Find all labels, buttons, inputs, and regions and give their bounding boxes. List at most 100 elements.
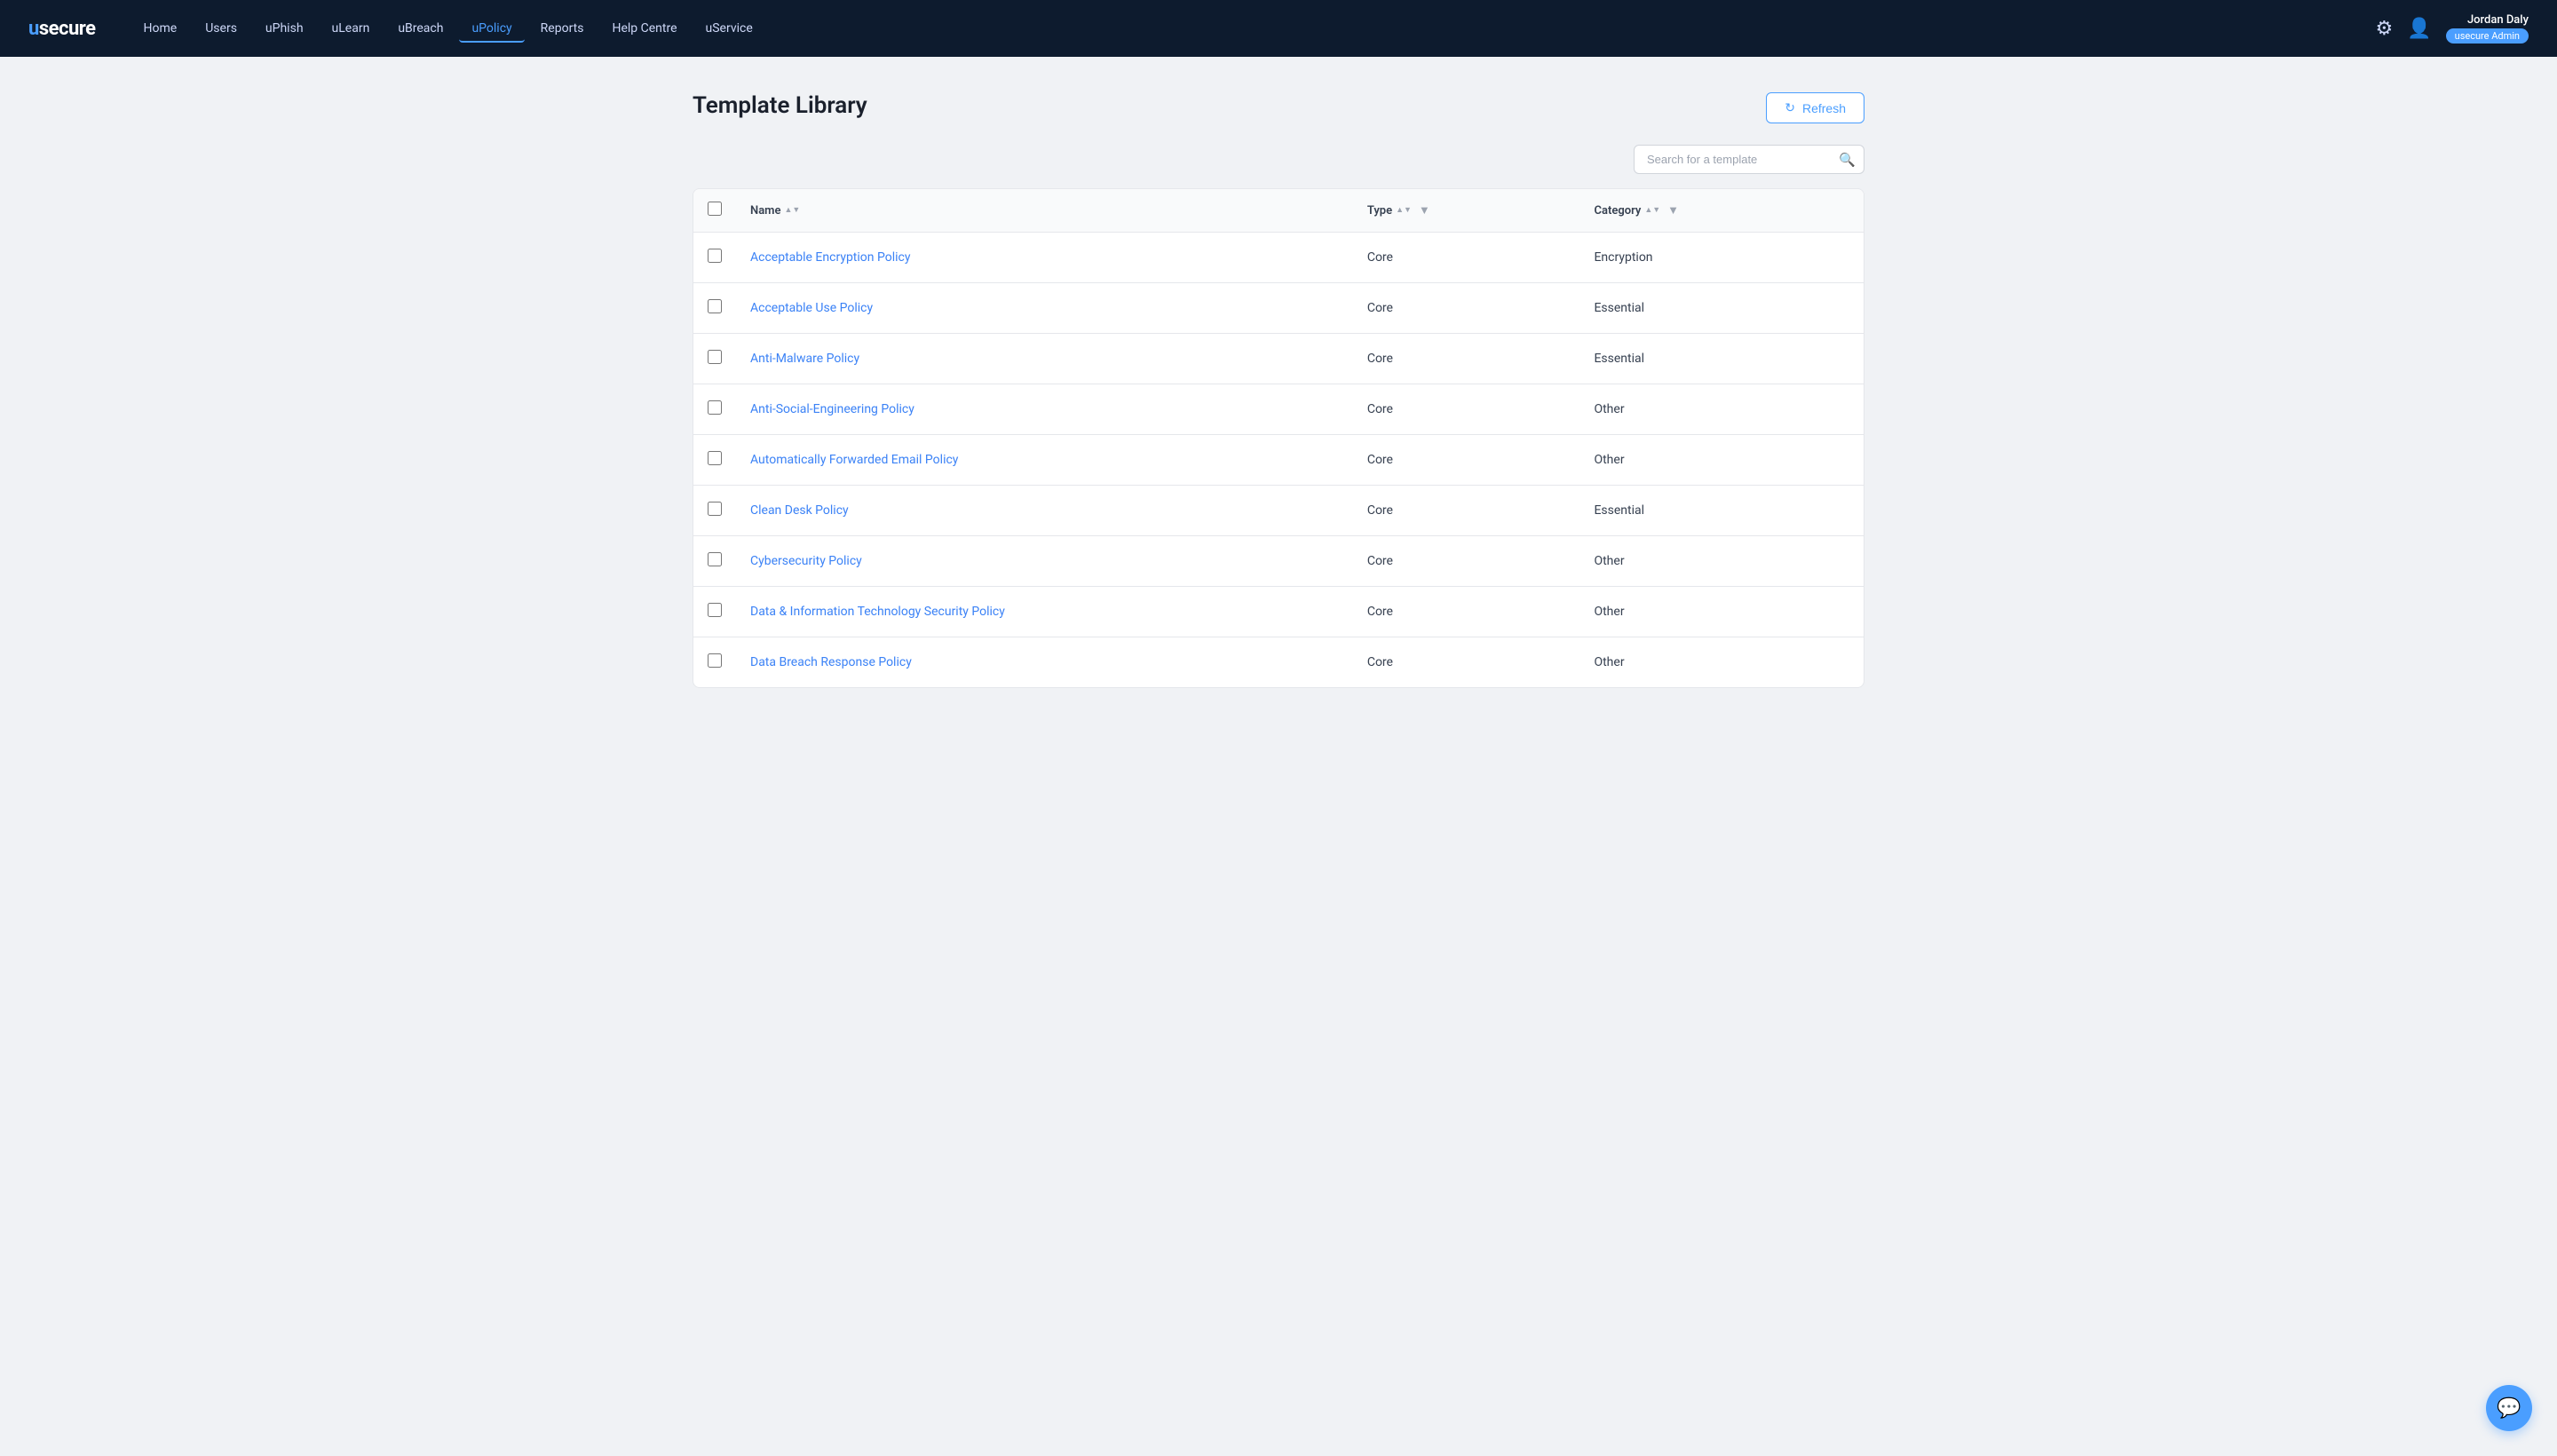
page-title: Template Library [693, 92, 867, 119]
row-name-cell: Clean Desk Policy [736, 486, 1353, 536]
row-checkbox-cell [693, 587, 736, 637]
policy-link-8[interactable]: Data Breach Response Policy [750, 655, 912, 669]
admin-badge: usecure Admin [2446, 28, 2529, 44]
page-header: Template Library ↻ Refresh [693, 92, 1864, 123]
category-filter-icon[interactable]: ▼ [1667, 203, 1679, 218]
table-row: Data & Information Technology Security P… [693, 587, 1864, 637]
row-name-cell: Data & Information Technology Security P… [736, 587, 1353, 637]
search-icon: 🔍 [1839, 152, 1856, 168]
type-filter-icon[interactable]: ▼ [1419, 203, 1430, 218]
row-name-cell: Anti-Malware Policy [736, 334, 1353, 384]
navbar: usecure HomeUsersuPhishuLearnuBreachuPol… [0, 0, 2557, 57]
main-content: Template Library ↻ Refresh 🔍 Name [657, 57, 1900, 724]
table-row: Anti-Social-Engineering Policy Core Othe… [693, 384, 1864, 435]
table-row: Cybersecurity Policy Core Other [693, 536, 1864, 587]
logo-secure: secure [39, 18, 96, 40]
row-checkbox-0[interactable] [708, 249, 722, 263]
user-info: Jordan Daly usecure Admin [2446, 13, 2529, 44]
row-type-cell: Core [1353, 334, 1580, 384]
name-sort-icon[interactable]: ▲▼ [784, 207, 800, 215]
row-checkbox-cell [693, 637, 736, 688]
row-checkbox-7[interactable] [708, 603, 722, 617]
refresh-button[interactable]: ↻ Refresh [1766, 92, 1864, 123]
table-row: Anti-Malware Policy Core Essential [693, 334, 1864, 384]
row-type-cell: Core [1353, 283, 1580, 334]
policy-link-4[interactable]: Automatically Forwarded Email Policy [750, 453, 958, 467]
user-icon[interactable]: 👤 [2407, 18, 2431, 40]
row-type-cell: Core [1353, 384, 1580, 435]
username: Jordan Daly [2467, 13, 2529, 27]
row-category-cell: Essential [1579, 283, 1864, 334]
policy-link-5[interactable]: Clean Desk Policy [750, 503, 849, 518]
nav-link-home[interactable]: Home [131, 14, 190, 43]
nav-link-upolicy[interactable]: uPolicy [459, 14, 524, 43]
header-checkbox-col [693, 189, 736, 233]
row-checkbox-cell [693, 486, 736, 536]
row-type-cell: Core [1353, 587, 1580, 637]
row-type-cell: Core [1353, 233, 1580, 283]
refresh-icon: ↻ [1785, 100, 1795, 115]
search-box: 🔍 [1634, 145, 1864, 174]
policy-link-6[interactable]: Cybersecurity Policy [750, 554, 862, 568]
header-name-label: Name [750, 204, 780, 218]
row-category-cell: Other [1579, 536, 1864, 587]
nav-link-ulearn[interactable]: uLearn [320, 14, 383, 43]
row-name-cell: Data Breach Response Policy [736, 637, 1353, 688]
row-category-cell: Other [1579, 587, 1864, 637]
policy-link-7[interactable]: Data & Information Technology Security P… [750, 605, 1005, 619]
nav-link-reports[interactable]: Reports [528, 14, 597, 43]
header-category-label: Category [1594, 204, 1641, 218]
row-checkbox-cell [693, 536, 736, 587]
category-sort-icon[interactable]: ▲▼ [1644, 207, 1660, 215]
row-checkbox-1[interactable] [708, 299, 722, 313]
row-name-cell: Acceptable Encryption Policy [736, 233, 1353, 283]
row-checkbox-5[interactable] [708, 502, 722, 516]
table-row: Data Breach Response Policy Core Other [693, 637, 1864, 688]
policy-link-2[interactable]: Anti-Malware Policy [750, 352, 859, 366]
row-name-cell: Anti-Social-Engineering Policy [736, 384, 1353, 435]
row-checkbox-2[interactable] [708, 350, 722, 364]
row-type-cell: Core [1353, 536, 1580, 587]
table-row: Clean Desk Policy Core Essential [693, 486, 1864, 536]
header-category: Category ▲▼ ▼ [1579, 189, 1864, 233]
policy-link-3[interactable]: Anti-Social-Engineering Policy [750, 402, 914, 416]
nav-link-uservice[interactable]: uService [693, 14, 765, 43]
search-input[interactable] [1634, 145, 1864, 174]
type-sort-icon[interactable]: ▲▼ [1396, 207, 1412, 215]
select-all-checkbox[interactable] [708, 202, 722, 216]
nav-link-uphish[interactable]: uPhish [253, 14, 316, 43]
nav-link-ubreach[interactable]: uBreach [385, 14, 455, 43]
chat-icon: 💬 [2497, 1397, 2521, 1420]
row-category-cell: Other [1579, 637, 1864, 688]
row-checkbox-8[interactable] [708, 653, 722, 668]
row-checkbox-3[interactable] [708, 400, 722, 415]
row-checkbox-cell [693, 334, 736, 384]
row-category-cell: Essential [1579, 486, 1864, 536]
header-type-label: Type [1367, 204, 1392, 218]
row-name-cell: Acceptable Use Policy [736, 283, 1353, 334]
search-row: 🔍 [693, 145, 1864, 174]
settings-icon[interactable]: ⚙ [2376, 18, 2394, 40]
row-type-cell: Core [1353, 486, 1580, 536]
row-type-cell: Core [1353, 435, 1580, 486]
header-type: Type ▲▼ ▼ [1353, 189, 1580, 233]
row-checkbox-cell [693, 384, 736, 435]
row-type-cell: Core [1353, 637, 1580, 688]
chat-button[interactable]: 💬 [2486, 1385, 2532, 1431]
nav-link-help-centre[interactable]: Help Centre [599, 14, 689, 43]
row-category-cell: Essential [1579, 334, 1864, 384]
row-checkbox-cell [693, 435, 736, 486]
table-row: Automatically Forwarded Email Policy Cor… [693, 435, 1864, 486]
refresh-label: Refresh [1802, 101, 1846, 115]
logo: usecure [28, 18, 96, 40]
policy-link-0[interactable]: Acceptable Encryption Policy [750, 250, 910, 265]
header-name: Name ▲▼ [736, 189, 1353, 233]
row-category-cell: Other [1579, 435, 1864, 486]
policy-table: Name ▲▼ Type ▲▼ ▼ Category [693, 189, 1864, 687]
nav-link-users[interactable]: Users [193, 14, 249, 43]
row-checkbox-6[interactable] [708, 552, 722, 566]
policy-link-1[interactable]: Acceptable Use Policy [750, 301, 873, 315]
nav-links: HomeUsersuPhishuLearnuBreachuPolicyRepor… [131, 14, 2376, 43]
row-checkbox-4[interactable] [708, 451, 722, 465]
row-checkbox-cell [693, 283, 736, 334]
